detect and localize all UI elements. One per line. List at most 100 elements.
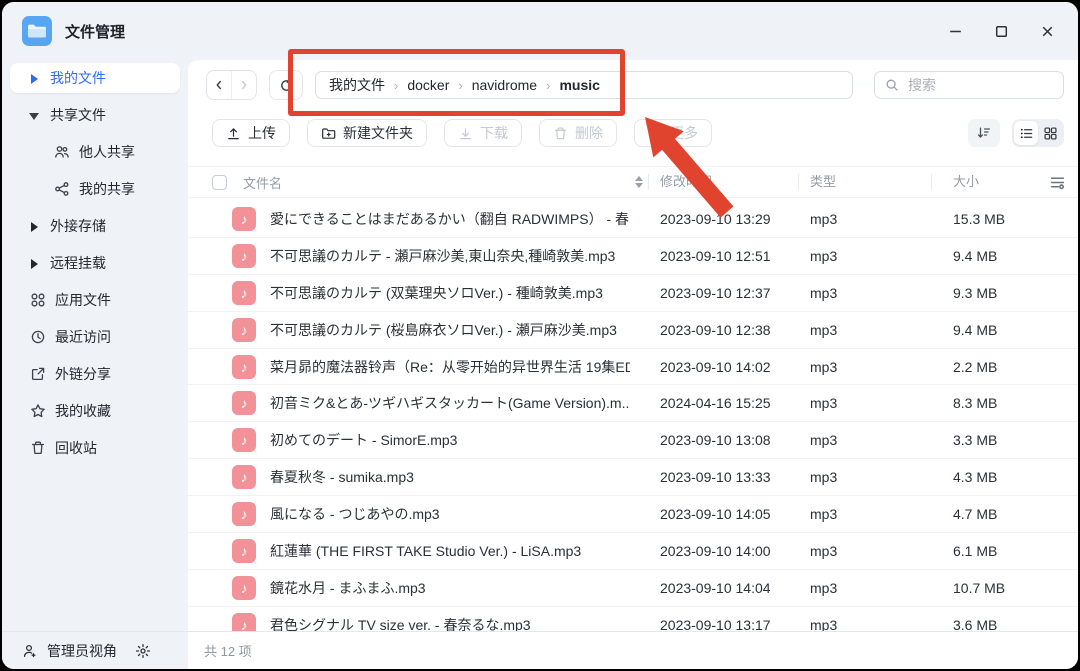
file-row[interactable]: ♪愛にできることはまだあるかい（翻自 RADWIMPS） - 春...2023-…	[188, 201, 1078, 238]
file-modified: 2023-09-10 12:51	[648, 248, 798, 264]
file-name[interactable]: 不可思議のカルテ (双葉理央ソロVer.) - 種崎敦美.mp3	[270, 283, 603, 303]
file-name-cell: ♪鏡花水月 - まふまふ.mp3	[232, 576, 630, 600]
download-button[interactable]: 下载	[444, 119, 522, 147]
file-modified: 2023-09-10 13:33	[648, 469, 798, 485]
file-row[interactable]: ♪不可思議のカルテ (桜島麻衣ソロVer.) - 瀬戸麻沙美.mp32023-0…	[188, 312, 1078, 349]
file-type: mp3	[798, 506, 931, 522]
file-row[interactable]: ♪菜月昴的魔法器铃声（Re：从零开始的异世界生活 19集ED...2023-09…	[188, 349, 1078, 386]
file-name[interactable]: 初めてのデート - SimorE.mp3	[270, 430, 457, 450]
search-input[interactable]	[906, 76, 1053, 94]
file-row[interactable]: ♪鏡花水月 - まふまふ.mp32023-09-10 14:04mp310.7 …	[188, 570, 1078, 607]
sort-up-icon	[635, 176, 643, 181]
file-size: 9.4 MB	[931, 322, 1041, 338]
breadcrumb-separator: ›	[458, 78, 462, 93]
sidebar-item-recycle-bin[interactable]: 回收站	[10, 433, 180, 463]
column-header-modified[interactable]: 修改时间	[648, 167, 798, 197]
sidebar-item-link-share[interactable]: 外链分享	[10, 359, 180, 389]
sidebar-item-label: 共享文件	[50, 105, 106, 125]
breadcrumb-item[interactable]: 我的文件	[329, 75, 385, 95]
admin-user-icon	[22, 643, 38, 659]
sidebar-item-remote-mount[interactable]: 远程挂载	[10, 248, 180, 278]
refresh-button[interactable]	[269, 70, 303, 100]
sidebar-item-favorites[interactable]: 我的收藏	[10, 396, 180, 426]
sort-descending-icon	[976, 125, 992, 141]
download-label: 下载	[480, 123, 508, 143]
breadcrumb-separator: ›	[394, 78, 398, 93]
sidebar-item-my-files[interactable]: 我的文件	[10, 63, 180, 93]
breadcrumb[interactable]: 我的文件›docker›navidrome›music	[315, 71, 853, 99]
file-name[interactable]: 菜月昴的魔法器铃声（Re：从零开始的异世界生活 19集ED...	[270, 357, 630, 377]
grid-view-icon	[1043, 126, 1058, 141]
maximize-button[interactable]	[986, 16, 1016, 46]
file-name[interactable]: 風になる - つじあやの.mp3	[270, 504, 440, 524]
file-name[interactable]: 不可思議のカルテ (桜島麻衣ソロVer.) - 瀬戸麻沙美.mp3	[270, 320, 617, 340]
list-view-button[interactable]	[1014, 121, 1038, 145]
file-size: 3.3 MB	[931, 432, 1041, 448]
more-button[interactable]: 更多	[634, 119, 712, 147]
column-header-type[interactable]: 类型	[798, 167, 931, 197]
music-file-icon: ♪	[232, 244, 256, 268]
file-size: 3.6 MB	[931, 617, 1041, 631]
file-name[interactable]: 初音ミク&とあ-ツギハギスタッカート(Game Version).m...	[270, 393, 630, 413]
sidebar-item-label: 回收站	[55, 438, 97, 458]
sort-button[interactable]	[968, 119, 1000, 147]
grid-view-button[interactable]	[1038, 121, 1062, 145]
trash-icon	[30, 440, 46, 456]
file-modified: 2024-04-16 15:25	[648, 395, 798, 411]
file-size: 4.3 MB	[931, 469, 1041, 485]
sidebar-item-label: 应用文件	[55, 290, 111, 310]
sidebar-item-recent[interactable]: 最近访问	[10, 322, 180, 352]
app-title: 文件管理	[65, 21, 125, 42]
minimize-button[interactable]	[940, 16, 970, 46]
file-name[interactable]: 春夏秋冬 - sumika.mp3	[270, 467, 414, 487]
breadcrumb-item[interactable]: music	[559, 77, 599, 93]
select-all-checkbox[interactable]	[212, 175, 227, 190]
column-settings-button[interactable]	[1041, 174, 1066, 191]
more-label: 更多	[670, 123, 698, 143]
file-name-cell: ♪初めてのデート - SimorE.mp3	[232, 428, 630, 452]
file-type: mp3	[798, 432, 931, 448]
file-name[interactable]: 鏡花水月 - まふまふ.mp3	[270, 578, 426, 598]
music-file-icon: ♪	[232, 207, 256, 231]
file-row[interactable]: ♪不可思議のカルテ (双葉理央ソロVer.) - 種崎敦美.mp32023-09…	[188, 275, 1078, 312]
sidebar-item-app-files[interactable]: 应用文件	[10, 285, 180, 315]
file-row[interactable]: ♪君色シグナル TV size ver. - 春奈るな.mp32023-09-1…	[188, 607, 1078, 631]
file-row[interactable]: ♪ 不可思議のカルテ - 瀬戸麻沙美,東山奈央,種崎敦美.mp3 2023-09-1…	[188, 238, 1078, 275]
file-name[interactable]: 不可思議のカルテ - 瀬戸麻沙美,東山奈央,種崎敦美.mp3	[270, 246, 615, 266]
breadcrumb-item[interactable]: docker	[407, 77, 449, 93]
delete-button[interactable]: 删除	[539, 119, 617, 147]
breadcrumb-item[interactable]: navidrome	[472, 77, 537, 93]
forward-button[interactable]	[231, 71, 256, 99]
file-row[interactable]: ♪初音ミク&とあ-ツギハギスタッカート(Game Version).m...20…	[188, 385, 1078, 422]
star-icon	[30, 403, 46, 419]
upload-button[interactable]: 上传	[212, 119, 290, 147]
sidebar-item-label: 外链分享	[55, 364, 111, 384]
sidebar-item-others-share[interactable]: 他人共享	[10, 137, 180, 167]
sidebar-item-my-share[interactable]: 我的共享	[10, 174, 180, 204]
file-type: mp3	[798, 322, 931, 338]
file-row[interactable]: ♪風になる - つじあやの.mp32023-09-10 14:05mp34.7 …	[188, 496, 1078, 533]
search-box	[874, 71, 1064, 99]
music-file-icon: ♪	[232, 318, 256, 342]
new-folder-label: 新建文件夹	[343, 123, 413, 143]
column-header-name[interactable]: 文件名	[232, 173, 630, 192]
file-manager-window: 文件管理 我的文件共享文件他人共享我的共享外接存储远程挂载应用文件最近访问外链分…	[2, 2, 1078, 669]
file-name[interactable]: 愛にできることはまだあるかい（翻自 RADWIMPS） - 春...	[270, 209, 630, 229]
settings-gear-icon[interactable]	[135, 643, 151, 659]
name-sort-control[interactable]	[630, 176, 648, 188]
file-size: 9.3 MB	[931, 285, 1041, 301]
file-row[interactable]: ♪初めてのデート - SimorE.mp32023-09-10 13:08mp3…	[188, 422, 1078, 459]
back-button[interactable]	[207, 71, 231, 99]
file-name[interactable]: 紅蓮華 (THE FIRST TAKE Studio Ver.) - LiSA.…	[270, 541, 581, 561]
admin-view-label[interactable]: 管理员视角	[47, 641, 117, 661]
sidebar-item-shared-files[interactable]: 共享文件	[10, 100, 180, 130]
file-type: mp3	[798, 395, 931, 411]
new-folder-button[interactable]: 新建文件夹	[307, 119, 427, 147]
column-header-size[interactable]: 大小	[931, 167, 1041, 197]
file-row[interactable]: ♪紅蓮華 (THE FIRST TAKE Studio Ver.) - LiSA…	[188, 533, 1078, 570]
sidebar-item-external-storage[interactable]: 外接存储	[10, 211, 180, 241]
file-type: mp3	[798, 543, 931, 559]
close-button[interactable]	[1032, 16, 1062, 46]
file-name[interactable]: 君色シグナル TV size ver. - 春奈るな.mp3	[270, 615, 531, 631]
file-row[interactable]: ♪春夏秋冬 - sumika.mp32023-09-10 13:33mp34.3…	[188, 459, 1078, 496]
